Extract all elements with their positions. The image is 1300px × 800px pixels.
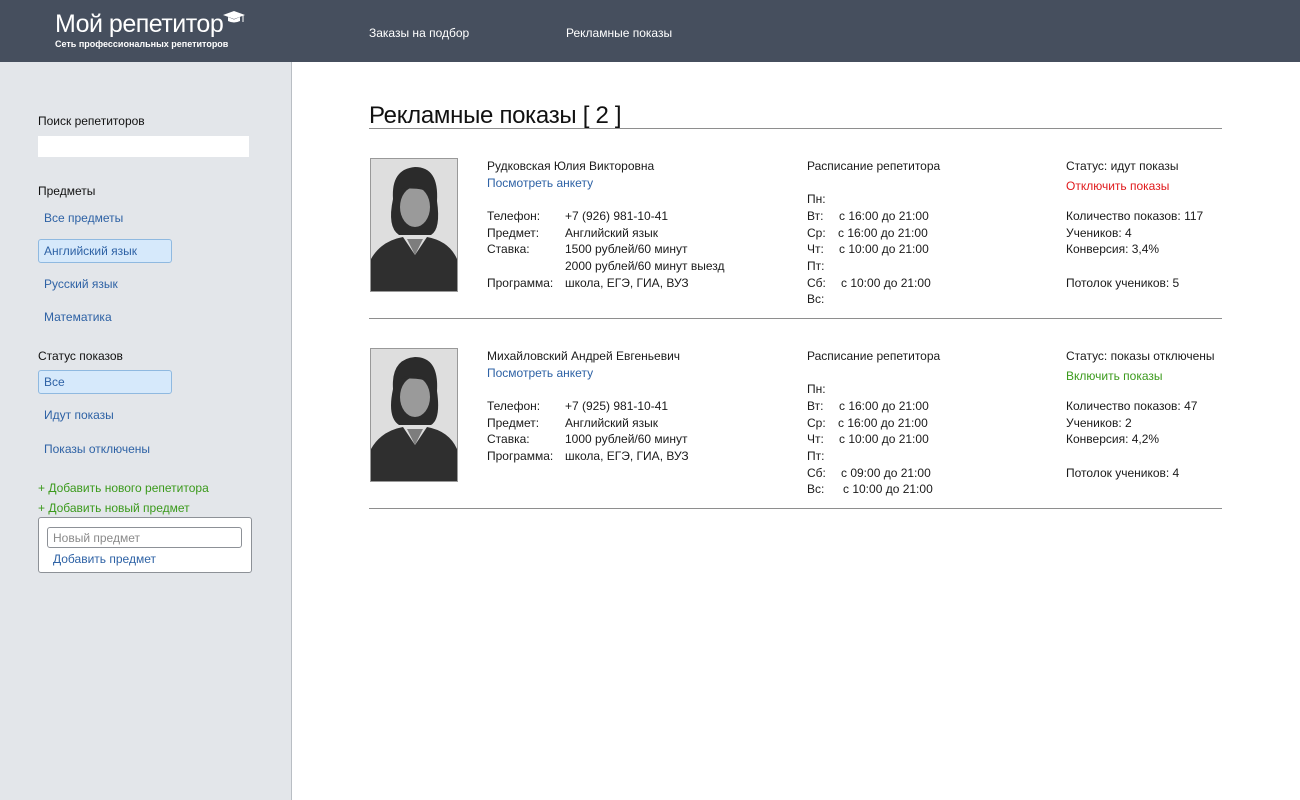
schedule-time: с 10:00 до 21:00 — [839, 432, 929, 446]
phone-value: +7 (926) 981-10-41 — [565, 209, 669, 223]
schedule-day: Чт: — [807, 432, 824, 446]
card-divider — [369, 318, 1222, 319]
schedule-time: с 09:00 до 21:00 — [841, 466, 931, 480]
subject-filter-all[interactable]: Все предметы — [38, 206, 172, 230]
view-profile-link[interactable]: Посмотреть анкету — [487, 175, 593, 191]
students-count: Учеников: 2 — [1066, 416, 1132, 430]
schedule-time: с 10:00 до 21:00 — [843, 482, 933, 496]
title-divider — [369, 128, 1222, 129]
schedule-heading: Расписание репетитора — [807, 159, 941, 173]
enable-shows-link[interactable]: Включить показы — [1066, 368, 1163, 384]
program-value: школа, ЕГЭ, ГИА, ВУЗ — [565, 276, 689, 290]
shows-count: Количество показов: 47 — [1066, 399, 1198, 413]
tutor-card: Рудковская Юлия Викторовна Посмотреть ан… — [369, 158, 1222, 318]
page-title: Рекламные показы [ 2 ] — [369, 102, 622, 129]
schedule-day: Пт: — [807, 259, 825, 273]
rate-label: Ставка: — [487, 432, 530, 446]
subject-filter-russian[interactable]: Русский язык — [38, 272, 172, 296]
schedule-time: с 16:00 до 21:00 — [839, 209, 929, 223]
subjects-label: Предметы — [38, 184, 96, 198]
subject-label: Предмет: — [487, 416, 540, 430]
schedule-day: Пт: — [807, 449, 825, 463]
program-value: школа, ЕГЭ, ГИА, ВУЗ — [565, 449, 689, 463]
schedule-heading: Расписание репетитора — [807, 349, 941, 363]
tutor-photo[interactable] — [370, 158, 458, 292]
schedule-day: Вс: — [807, 482, 825, 496]
schedule-day: Чт: — [807, 242, 824, 256]
add-tutor-link[interactable]: + Добавить нового репетитора — [38, 481, 209, 495]
view-profile-link[interactable]: Посмотреть анкету — [487, 365, 593, 381]
schedule-time: с 16:00 до 21:00 — [838, 416, 928, 430]
schedule-day: Ср: — [807, 416, 826, 430]
status-label: Статус показов — [38, 349, 123, 363]
show-status: Статус: идут показы — [1066, 159, 1179, 173]
subject-filter-english[interactable]: Английский язык — [38, 239, 172, 263]
show-status: Статус: показы отключены — [1066, 349, 1215, 363]
schedule-time: с 16:00 до 21:00 — [839, 399, 929, 413]
tutor-photo[interactable] — [370, 348, 458, 482]
phone-value: +7 (925) 981-10-41 — [565, 399, 669, 413]
schedule-day: Ср: — [807, 226, 826, 240]
schedule-time: с 10:00 до 21:00 — [839, 242, 929, 256]
rate-label: Ставка: — [487, 242, 530, 256]
schedule-day: Пн: — [807, 382, 826, 396]
rate-value: 1500 рублей/60 минут — [565, 242, 688, 256]
new-subject-input[interactable] — [47, 527, 242, 548]
graduation-cap-icon — [223, 11, 245, 23]
schedule-day: Вт: — [807, 209, 824, 223]
nav-orders[interactable]: Заказы на подбор — [369, 26, 469, 40]
students-limit: Потолок учеников: 4 — [1066, 466, 1180, 480]
program-label: Программа: — [487, 276, 554, 290]
schedule-day: Сб: — [807, 276, 826, 290]
schedule-day: Вс: — [807, 292, 825, 306]
program-label: Программа: — [487, 449, 554, 463]
rate-value-travel: 2000 рублей/60 минут выезд — [565, 259, 725, 273]
rate-value: 1000 рублей/60 минут — [565, 432, 688, 446]
phone-label: Телефон: — [487, 209, 541, 223]
logo-subtitle: Сеть профессиональных репетиторов — [55, 39, 229, 49]
subject-label: Предмет: — [487, 226, 540, 240]
schedule-day: Сб: — [807, 466, 826, 480]
shows-count: Количество показов: 117 — [1066, 209, 1204, 223]
top-bar: Мой репетитор Сеть профессиональных репе… — [0, 0, 1300, 62]
add-subject-panel: Добавить предмет — [38, 517, 252, 573]
tutor-name: Михайловский Андрей Евгеньевич — [487, 349, 681, 363]
disable-shows-link[interactable]: Отключить показы — [1066, 178, 1169, 194]
status-filter-all[interactable]: Все — [38, 370, 172, 394]
search-input[interactable] — [38, 136, 249, 157]
logo-title: Мой репетитор — [55, 10, 224, 38]
subject-value: Английский язык — [565, 416, 659, 430]
students-limit: Потолок учеников: 5 — [1066, 276, 1180, 290]
card-divider — [369, 508, 1222, 509]
schedule-day: Пн: — [807, 192, 826, 206]
tutor-card: Михайловский Андрей Евгеньевич Посмотрет… — [369, 348, 1222, 508]
schedule-time: с 10:00 до 21:00 — [841, 276, 931, 290]
logo[interactable]: Мой репетитор Сеть профессиональных репе… — [55, 9, 245, 49]
subject-filter-math[interactable]: Математика — [38, 305, 172, 329]
conversion-rate: Конверсия: 3,4% — [1066, 242, 1160, 256]
nav-ad-shows[interactable]: Рекламные показы — [566, 26, 672, 40]
search-label: Поиск репетиторов — [38, 114, 145, 128]
status-filter-disabled[interactable]: Показы отключены — [38, 437, 172, 461]
add-subject-button[interactable]: Добавить предмет — [53, 552, 156, 566]
sidebar: Поиск репетиторов Предметы Все предметы … — [0, 62, 292, 800]
status-filter-active[interactable]: Идут показы — [38, 403, 172, 427]
schedule-day: Вт: — [807, 399, 824, 413]
subject-value: Английский язык — [565, 226, 659, 240]
phone-label: Телефон: — [487, 399, 541, 413]
schedule-time: с 16:00 до 21:00 — [838, 226, 928, 240]
students-count: Учеников: 4 — [1066, 226, 1132, 240]
add-subject-link[interactable]: + Добавить новый предмет — [38, 501, 190, 515]
conversion-rate: Конверсия: 4,2% — [1066, 432, 1160, 446]
tutor-name: Рудковская Юлия Викторовна — [487, 159, 655, 173]
